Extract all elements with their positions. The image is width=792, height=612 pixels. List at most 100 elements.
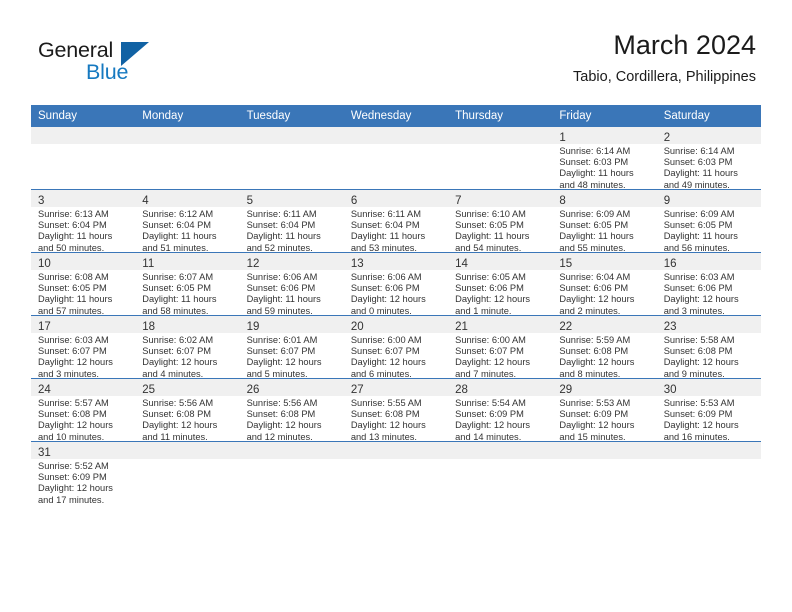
calendar-week-row: 10 Sunrise: 6:08 AM Sunset: 6:05 PM Dayligh… <box>31 252 761 317</box>
calendar-day-cell-empty <box>448 127 553 190</box>
day-number-band: 8 <box>552 190 657 207</box>
calendar-day-cell-empty <box>552 441 657 504</box>
day-details <box>552 459 656 461</box>
calendar-day-cell[interactable]: 16 Sunrise: 6:03 AM Sunset: 6:06 PM Dayligh… <box>656 252 761 316</box>
sunset-time: Sunset: 6:04 PM <box>142 220 212 231</box>
calendar-day-cell[interactable]: 29 Sunrise: 5:53 AM Sunset: 6:09 PM Dayligh… <box>552 378 657 442</box>
day-number-band: 11 <box>135 253 240 270</box>
calendar-day-cell[interactable]: 12 Sunrise: 6:06 AM Sunset: 6:06 PM Dayligh… <box>239 252 344 316</box>
sunrise-time: Sunrise: 5:59 AM <box>559 335 631 345</box>
calendar-day-cell[interactable]: 25 Sunrise: 5:56 AM Sunset: 6:08 PM Dayligh… <box>135 378 240 443</box>
calendar-day-cell[interactable]: 27 Sunrise: 5:55 AM Sunset: 6:08 PM Dayligh… <box>343 378 449 442</box>
day-number: 6 <box>350 195 358 207</box>
calendar-day-cell[interactable]: 15 Sunrise: 6:04 AM Sunset: 6:06 PM Dayligh… <box>552 252 657 317</box>
calendar-day-cell-empty <box>31 127 136 190</box>
day-number: 30 <box>663 384 677 396</box>
calendar-day-cell[interactable]: 4 Sunrise: 6:12 AM Sunset: 6:04 PM Daylight… <box>135 189 240 253</box>
daylight-duration-line-1: Daylight: 11 hours <box>455 231 530 242</box>
day-number: 24 <box>38 384 51 396</box>
calendar-day-cell[interactable]: 11 Sunrise: 6:07 AM Sunset: 6:05 PM Dayligh… <box>135 252 240 316</box>
daylight-duration-line-1: Daylight: 11 hours <box>663 168 738 179</box>
day-number-band <box>552 442 657 459</box>
calendar-day-cell[interactable]: 10 Sunrise: 6:08 AM Sunset: 6:05 PM Dayligh… <box>31 252 136 317</box>
calendar-day-cell[interactable]: 6 Sunrise: 6:11 AM Sunset: 6:04 PM Daylight… <box>343 189 449 253</box>
calendar-day-cell[interactable]: 21 Sunrise: 6:00 AM Sunset: 6:07 PM Dayligh… <box>448 315 553 380</box>
sunrise-time: Sunrise: 5:53 AM <box>663 398 735 408</box>
day-details: Sunrise: 5:56 AM Sunset: 6:08 PM Daylight:… <box>135 396 239 443</box>
day-cell-inner: 6 Sunrise: 6:11 AM Sunset: 6:04 PM Daylight… <box>343 190 449 253</box>
sunrise-time: Sunrise: 6:02 AM <box>142 335 214 345</box>
sunrise-time: Sunrise: 5:57 AM <box>38 398 109 408</box>
day-details: Sunrise: 6:00 AM Sunset: 6:07 PM Daylight:… <box>448 333 552 380</box>
calendar-day-cell[interactable]: 1 Sunrise: 6:14 AM Sunset: 6:03 PM Daylight… <box>552 127 657 190</box>
day-number: 10 <box>38 258 51 270</box>
calendar-day-cell-empty <box>656 441 761 504</box>
day-details: Sunrise: 6:04 AM Sunset: 6:06 PM Daylight:… <box>552 270 656 317</box>
day-number-band: 26 <box>239 379 344 396</box>
sunset-time: Sunset: 6:03 PM <box>663 157 733 168</box>
day-number: 4 <box>142 195 149 207</box>
day-cell-inner: 22 Sunrise: 5:59 AM Sunset: 6:08 PM Dayligh… <box>552 316 657 379</box>
calendar-day-cell[interactable]: 3 Sunrise: 6:13 AM Sunset: 6:04 PM Daylight… <box>31 189 136 253</box>
calendar-day-cell[interactable]: 20 Sunrise: 6:00 AM Sunset: 6:07 PM Dayligh… <box>343 315 449 380</box>
calendar-day-cell[interactable]: 24 Sunrise: 5:57 AM Sunset: 6:08 PM Dayligh… <box>31 378 136 442</box>
calendar-day-cell[interactable]: 2 Sunrise: 6:14 AM Sunset: 6:03 PM Daylight… <box>656 127 761 190</box>
calendar-day-cell[interactable]: 17 Sunrise: 6:03 AM Sunset: 6:07 PM Dayligh… <box>31 315 136 379</box>
calendar-day-cell-empty <box>343 441 449 504</box>
day-number-band <box>31 127 136 144</box>
day-number: 8 <box>559 195 566 207</box>
daylight-duration-line-1: Daylight: 12 hours <box>559 294 635 305</box>
daylight-duration-line-1: Daylight: 12 hours <box>38 420 113 431</box>
day-number-band: 18 <box>135 316 240 333</box>
day-details <box>31 144 135 146</box>
calendar-day-cell[interactable]: 19 Sunrise: 6:01 AM Sunset: 6:07 PM Dayligh… <box>239 315 344 379</box>
day-number: 12 <box>246 258 260 270</box>
day-number: 9 <box>663 195 671 207</box>
calendar-day-cell[interactable]: 26 Sunrise: 5:56 AM Sunset: 6:08 PM Dayligh… <box>239 378 344 442</box>
logo-text-blue: Blue <box>86 60 129 84</box>
sunrise-time: Sunrise: 6:14 AM <box>559 146 631 156</box>
calendar-day-cell[interactable]: 9 Sunrise: 6:09 AM Sunset: 6:05 PM Daylight… <box>656 189 761 253</box>
calendar-day-cell[interactable]: 31 Sunrise: 5:52 AM Sunset: 6:09 PM Dayligh… <box>31 441 136 505</box>
calendar-day-cell[interactable]: 18 Sunrise: 6:02 AM Sunset: 6:07 PM Dayligh… <box>135 315 240 379</box>
sunset-time: Sunset: 6:06 PM <box>350 283 420 294</box>
daylight-duration-line-1: Daylight: 11 hours <box>559 231 634 242</box>
daylight-duration-line-1: Daylight: 12 hours <box>246 420 322 431</box>
day-number: 31 <box>38 447 51 459</box>
daylight-duration-line-1: Daylight: 12 hours <box>350 357 426 368</box>
day-number-band: 31 <box>31 442 136 459</box>
calendar-day-cell[interactable]: 14 Sunrise: 6:05 AM Sunset: 6:06 PM Dayligh… <box>448 252 553 316</box>
weekday-header-monday: Monday <box>135 105 240 127</box>
day-details: Sunrise: 6:08 AM Sunset: 6:05 PM Daylight:… <box>31 270 135 317</box>
sunrise-time: Sunrise: 6:13 AM <box>38 209 109 219</box>
day-details <box>344 459 448 461</box>
sunset-time: Sunset: 6:04 PM <box>246 220 316 231</box>
day-details: Sunrise: 5:54 AM Sunset: 6:09 PM Daylight:… <box>448 396 552 443</box>
calendar-day-cell[interactable]: 23 Sunrise: 5:58 AM Sunset: 6:08 PM Dayligh… <box>656 315 761 379</box>
calendar-day-cell[interactable]: 5 Sunrise: 6:11 AM Sunset: 6:04 PM Daylight… <box>239 189 344 253</box>
day-number-band: 28 <box>448 379 553 396</box>
day-details: Sunrise: 6:10 AM Sunset: 6:05 PM Daylight:… <box>448 207 552 254</box>
calendar-day-cell[interactable]: 8 Sunrise: 6:09 AM Sunset: 6:05 PM Daylight… <box>552 189 657 253</box>
day-number-band: 4 <box>135 190 240 207</box>
day-cell-inner: 14 Sunrise: 6:05 AM Sunset: 6:06 PM Dayligh… <box>448 253 553 316</box>
calendar-day-cell[interactable]: 22 Sunrise: 5:59 AM Sunset: 6:08 PM Dayligh… <box>552 315 657 379</box>
general-blue-logo[interactable]: General Blue <box>38 38 198 90</box>
day-cell-inner <box>343 127 449 189</box>
sunrise-time: Sunrise: 6:04 AM <box>559 272 631 282</box>
calendar-day-cell-empty <box>239 441 344 504</box>
calendar-day-cell[interactable]: 28 Sunrise: 5:54 AM Sunset: 6:09 PM Dayligh… <box>448 378 553 443</box>
day-details: Sunrise: 6:00 AM Sunset: 6:07 PM Daylight:… <box>344 333 448 380</box>
sunrise-time: Sunrise: 5:56 AM <box>142 398 214 408</box>
daylight-duration-line-1: Daylight: 12 hours <box>559 420 635 431</box>
daylight-duration-line-2: and 17 minutes. <box>38 494 105 505</box>
sunset-time: Sunset: 6:04 PM <box>38 220 107 231</box>
daylight-duration-line-1: Daylight: 12 hours <box>663 294 739 305</box>
calendar-day-cell-empty <box>135 441 240 504</box>
calendar-day-cell[interactable]: 30 Sunrise: 5:53 AM Sunset: 6:09 PM Dayligh… <box>656 378 761 442</box>
sunset-time: Sunset: 6:08 PM <box>559 346 629 357</box>
calendar-day-cell[interactable]: 13 Sunrise: 6:06 AM Sunset: 6:06 PM Dayligh… <box>343 252 449 316</box>
day-details <box>240 144 344 146</box>
day-cell-inner: 12 Sunrise: 6:06 AM Sunset: 6:06 PM Dayligh… <box>239 253 344 316</box>
calendar-day-cell[interactable]: 7 Sunrise: 6:10 AM Sunset: 6:05 PM Daylight… <box>448 189 553 254</box>
